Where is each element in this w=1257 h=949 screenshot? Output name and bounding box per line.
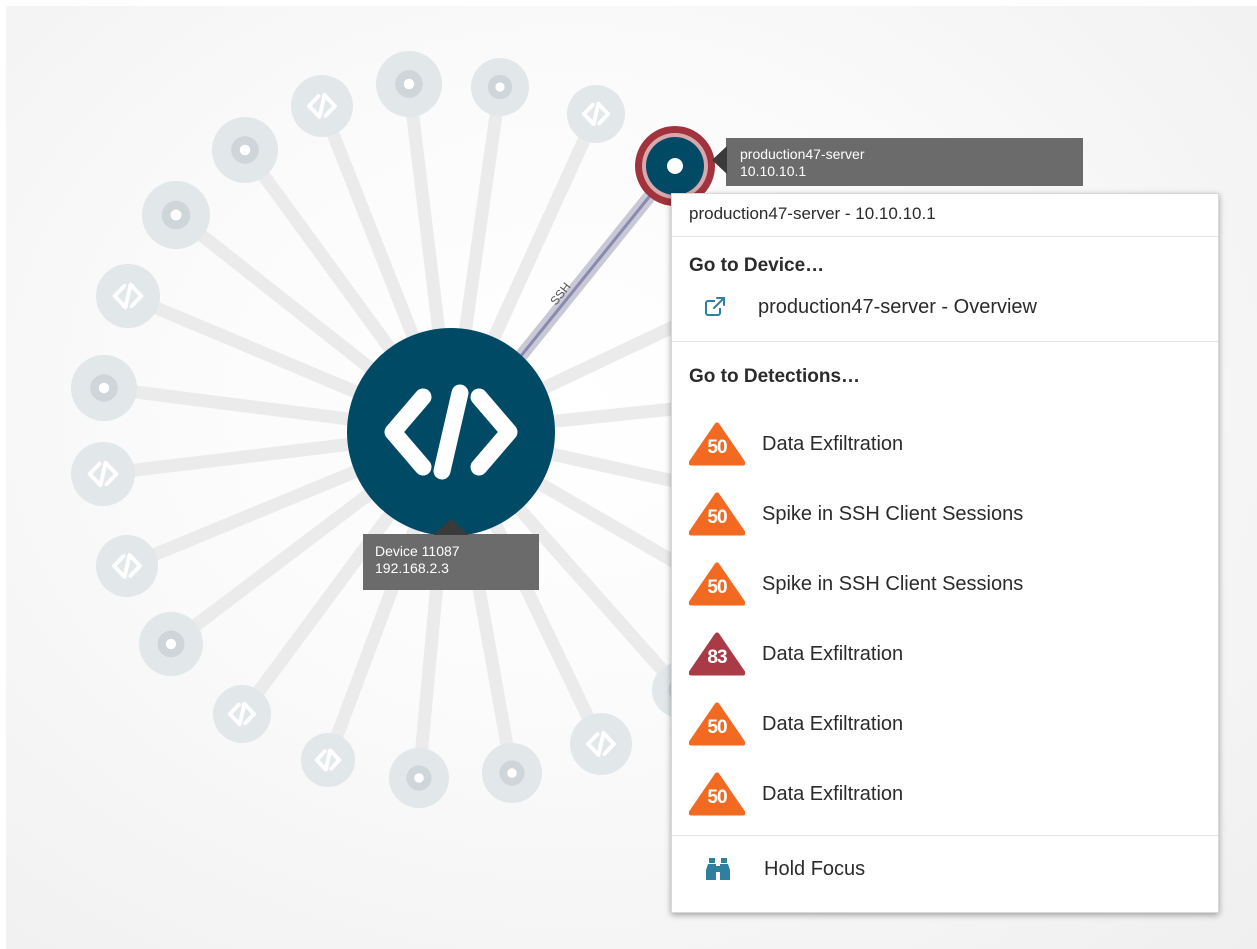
detection-label: Spike in SSH Client Sessions <box>762 572 1024 595</box>
peer-node[interactable] <box>212 117 278 183</box>
risk-score-badge: 50 <box>689 492 745 536</box>
peer-node[interactable] <box>291 75 353 137</box>
risk-score-badge: 50 <box>689 422 745 466</box>
peer-node[interactable] <box>471 58 529 116</box>
risk-score-badge: 50 <box>689 562 745 606</box>
detection-label: Spike in SSH Client Sessions <box>762 502 1024 525</box>
peer-device-tooltip: production47-server 10.10.10.1 <box>712 138 1083 186</box>
center-device-ip: 192.168.2.3 <box>375 560 449 576</box>
peer-node[interactable] <box>213 685 271 743</box>
detection-item[interactable]: 50 Data Exfiltration <box>672 689 1218 759</box>
detection-item[interactable]: 50 Spike in SSH Client Sessions <box>672 549 1218 619</box>
device-overview-link[interactable]: production47-server - Overview <box>672 283 1218 331</box>
center-device-tooltip: Device 11087 192.168.2.3 <box>363 519 539 590</box>
peer-node[interactable] <box>142 181 210 249</box>
detection-label: Data Exfiltration <box>762 782 904 805</box>
peer-node[interactable] <box>71 442 135 506</box>
detection-item[interactable]: 50 Spike in SSH Client Sessions <box>672 479 1218 549</box>
peer-node[interactable] <box>376 51 442 117</box>
risk-score: 83 <box>707 647 727 668</box>
peer-node[interactable] <box>389 748 449 808</box>
detections-list: 50 Data Exfiltration 50 Spike in SSH Cli… <box>672 409 1218 829</box>
risk-score-badge: 50 <box>689 702 745 746</box>
peer-node[interactable] <box>139 612 203 676</box>
peer-node[interactable] <box>301 733 355 787</box>
detection-label: Data Exfiltration <box>762 642 904 665</box>
peer-node[interactable] <box>567 85 625 143</box>
risk-score: 50 <box>707 507 727 528</box>
hold-focus-button[interactable]: Hold Focus <box>672 836 1218 902</box>
risk-score: 50 <box>707 437 727 458</box>
peer-node[interactable] <box>71 355 137 421</box>
center-device-node[interactable] <box>347 328 555 536</box>
external-link-icon <box>705 296 728 316</box>
peer-node[interactable] <box>570 713 632 775</box>
context-menu-header: production47-server - 10.10.10.1 <box>672 194 1218 237</box>
detection-item[interactable]: 83 Data Exfiltration <box>672 619 1218 689</box>
center-device-name: Device 11087 <box>375 543 460 559</box>
detection-label: Data Exfiltration <box>762 712 904 735</box>
risk-score: 50 <box>707 577 727 598</box>
device-context-menu: production47-server - 10.10.10.1 Go to D… <box>671 193 1219 913</box>
risk-score-badge: 50 <box>689 772 745 816</box>
peer-node[interactable] <box>96 264 160 328</box>
binoculars-icon <box>706 858 730 880</box>
peer-node[interactable] <box>96 535 158 597</box>
detection-item[interactable]: 50 Data Exfiltration <box>672 759 1218 829</box>
risk-score: 50 <box>707 787 727 808</box>
go-to-device-title: Go to Device… <box>689 255 825 276</box>
peer-device-name: production47-server <box>740 146 865 162</box>
detection-item[interactable]: 50 Data Exfiltration <box>672 409 1218 479</box>
hold-focus-label: Hold Focus <box>764 857 866 880</box>
peer-node[interactable] <box>482 743 542 803</box>
device-overview-label: production47-server - Overview <box>758 295 1037 318</box>
risk-score-badge: 83 <box>689 632 745 676</box>
peer-device-ip: 10.10.10.1 <box>740 163 807 179</box>
go-to-detections-title: Go to Detections… <box>689 366 861 387</box>
detection-label: Data Exfiltration <box>762 432 904 455</box>
risk-score: 50 <box>707 717 727 738</box>
